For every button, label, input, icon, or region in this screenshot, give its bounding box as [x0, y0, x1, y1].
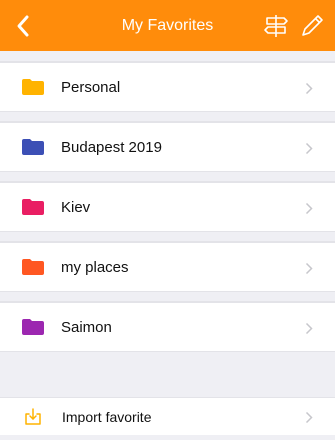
page-title: My Favorites	[121, 16, 214, 34]
favorite-row[interactable]: my places	[0, 242, 335, 292]
favorite-label: my places	[61, 258, 129, 276]
import-favorite-label: Import favorite	[62, 408, 152, 425]
folder-icon	[22, 319, 44, 335]
section-gap	[0, 352, 335, 397]
section-gap	[0, 51, 335, 62]
chevron-right-icon	[305, 411, 313, 424]
chevron-right-icon	[305, 142, 313, 155]
chevron-right-icon	[305, 82, 313, 95]
chevron-right-icon	[305, 322, 313, 335]
section-gap	[0, 112, 335, 122]
chevron-right-icon	[305, 262, 313, 275]
favorite-row[interactable]: Saimon	[0, 302, 335, 352]
favorite-label: Budapest 2019	[61, 138, 162, 156]
section-gap	[0, 232, 335, 242]
section-gap	[0, 172, 335, 182]
favorite-row[interactable]: Personal	[0, 62, 335, 112]
edit-pencil-icon[interactable]	[299, 13, 325, 39]
import-favorite-row[interactable]: Import favorite	[0, 397, 335, 435]
favorite-label: Personal	[61, 78, 121, 96]
folder-icon	[22, 199, 44, 215]
import-icon	[25, 407, 41, 425]
section-gap	[0, 292, 335, 302]
folder-icon	[22, 79, 44, 95]
favorites-list: Personal Budapest 2019 Kiev my places Saimon	[0, 62, 335, 352]
favorite-row[interactable]: Budapest 2019	[0, 122, 335, 172]
favorite-row[interactable]: Kiev	[0, 182, 335, 232]
folder-icon	[22, 259, 44, 275]
signpost-icon[interactable]	[263, 13, 289, 39]
app-header: My Favorites	[0, 0, 335, 51]
folder-icon	[22, 139, 44, 155]
favorite-label: Kiev	[61, 198, 91, 216]
chevron-right-icon	[305, 202, 313, 215]
favorite-label: Saimon	[61, 318, 112, 336]
back-arrow-icon[interactable]	[14, 13, 34, 39]
